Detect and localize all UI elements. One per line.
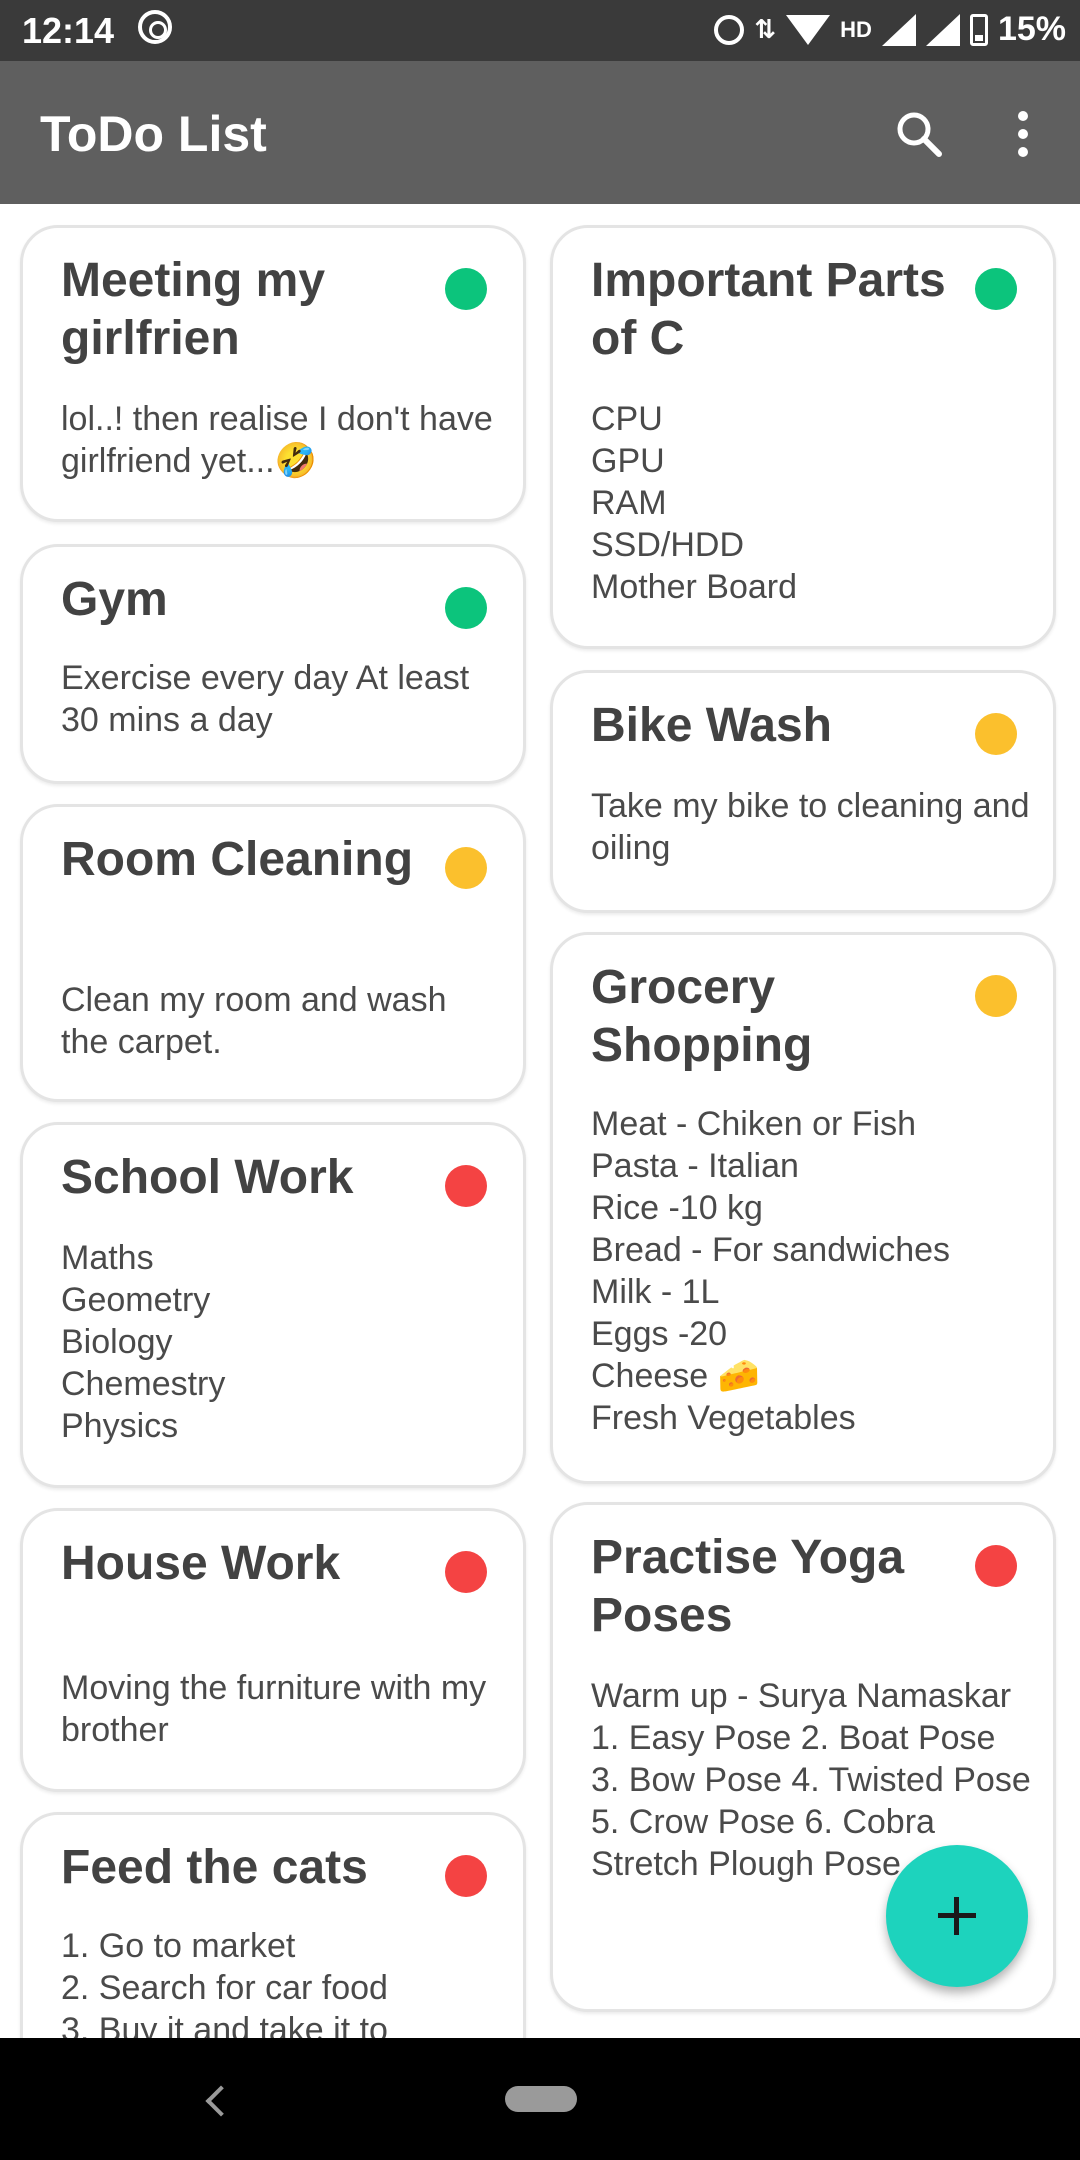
note-card[interactable]: Room Cleaning Clean my room and wash the… <box>20 804 526 1102</box>
note-card[interactable]: Meeting my girlfrien lol..! then realise… <box>20 225 526 522</box>
note-title: Bike Wash <box>591 699 832 752</box>
status-icons: ⇅ HD 15% <box>714 10 1066 49</box>
search-icon[interactable] <box>893 108 945 160</box>
more-vert-icon[interactable] <box>1005 108 1041 160</box>
priority-indicator <box>445 1165 487 1207</box>
note-description: Maths Geometry Biology Chemestry Physics <box>61 1239 226 1445</box>
signal-icon <box>881 13 916 46</box>
app-title: ToDo List <box>40 106 267 162</box>
note-description: Clean my room and wash the carpet. <box>61 981 447 1061</box>
priority-indicator <box>975 1545 1017 1587</box>
priority-indicator <box>445 587 487 629</box>
note-card[interactable]: Feed the cats 1. Go to market 2. Search … <box>20 1812 526 2038</box>
note-card[interactable]: Grocery Shopping Meat - Chiken or Fish P… <box>550 932 1056 1484</box>
note-card[interactable]: Gym Exercise every day At least 30 mins … <box>20 544 526 784</box>
note-title: Practise Yoga Poses <box>591 1531 905 1642</box>
battery-percent: 15% <box>997 10 1066 48</box>
note-title: School Work <box>61 1151 354 1204</box>
note-description: CPU GPU RAM SSD/HDD Mother Board <box>591 400 797 606</box>
note-card[interactable]: Bike Wash Take my bike to cleaning and o… <box>550 670 1056 913</box>
data-icon: ⇅ <box>754 14 777 44</box>
note-description: Meat - Chiken or Fish Pasta - Italian Ri… <box>591 1105 951 1437</box>
note-description: Exercise every day At least 30 mins a da… <box>61 659 470 739</box>
note-title: Important Parts of C <box>591 254 946 365</box>
note-title: Feed the cats <box>61 1841 368 1894</box>
note-description: Take my bike to cleaning and oiling <box>591 787 1030 867</box>
at-sign-icon <box>138 10 172 44</box>
note-card[interactable]: House Work Moving the furniture with my … <box>20 1508 526 1792</box>
note-title: Room Cleaning <box>61 833 414 886</box>
add-note-button[interactable] <box>886 1845 1028 1987</box>
note-description: Moving the furniture with my brother <box>61 1669 487 1749</box>
priority-indicator <box>445 1551 487 1593</box>
note-title: Meeting my girlfrien <box>61 254 326 365</box>
priority-indicator <box>445 268 487 310</box>
signal-icon <box>925 13 960 46</box>
note-title: House Work <box>61 1537 341 1590</box>
note-description: 1. Go to market 2. Search for car food 3… <box>61 1927 388 2038</box>
priority-indicator <box>445 1855 487 1897</box>
notes-grid: Meeting my girlfrien lol..! then realise… <box>0 204 1080 2038</box>
alarm-icon <box>714 14 745 45</box>
priority-indicator <box>445 847 487 889</box>
wifi-icon <box>786 14 831 45</box>
note-card[interactable]: Important Parts of C CPU GPU RAM SSD/HDD… <box>550 225 1056 649</box>
note-description: lol..! then realise I don't have girlfri… <box>61 400 493 480</box>
battery-icon <box>969 13 988 46</box>
note-title: Grocery Shopping <box>591 961 813 1072</box>
status-bar: 12:14 ⇅ HD 15% <box>0 0 1080 61</box>
note-card[interactable]: School Work Maths Geometry Biology Cheme… <box>20 1122 526 1488</box>
home-pill[interactable] <box>505 2086 577 2112</box>
note-title: Gym <box>61 573 168 626</box>
priority-indicator <box>975 713 1017 755</box>
network-label: HD <box>840 16 872 42</box>
priority-indicator <box>975 975 1017 1017</box>
priority-indicator <box>975 268 1017 310</box>
status-time: 12:14 <box>22 10 115 51</box>
